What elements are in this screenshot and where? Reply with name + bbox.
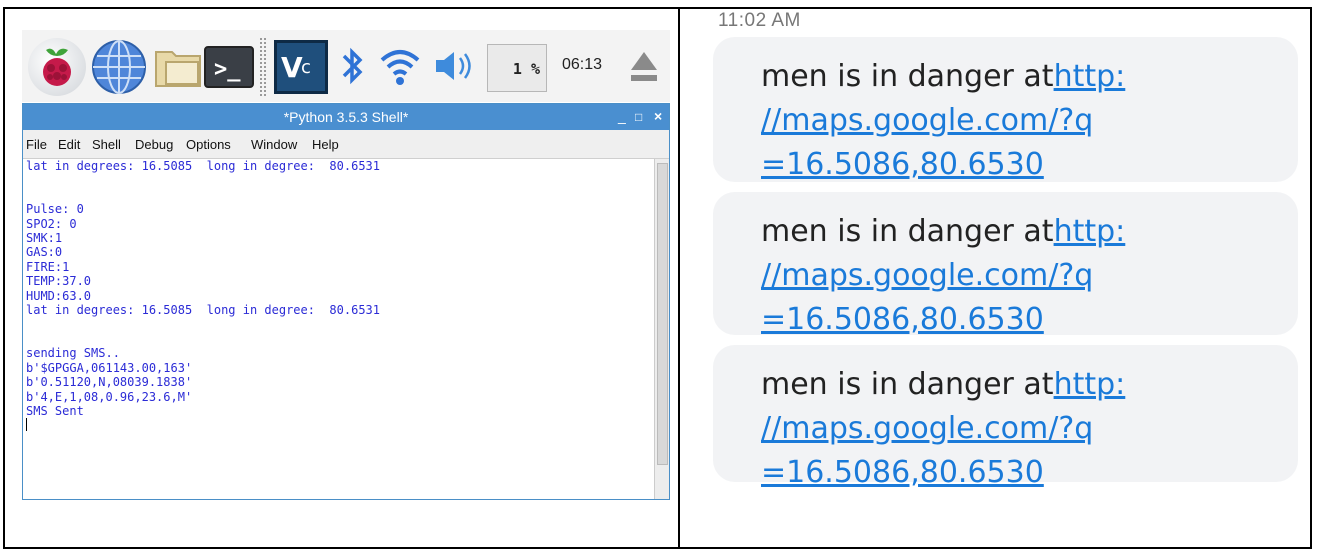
wifi-icon[interactable] — [378, 44, 422, 92]
sms-message-bubble[interactable]: men is in danger athttp: //maps.google.c… — [713, 345, 1298, 490]
volume-icon[interactable] — [432, 48, 476, 88]
shell-line: ​ — [26, 317, 653, 331]
map-link[interactable]: http: — [1054, 59, 1126, 94]
shell-line: SPO2: 0 — [26, 216, 77, 231]
window-title: *Python 3.5.3 Shell* — [283, 109, 409, 125]
shell-line: b'$GPGGA,061143.00,163' — [26, 360, 193, 375]
menu-file[interactable]: File — [26, 137, 47, 152]
shell-line: ​ — [26, 173, 653, 187]
map-link[interactable]: =16.5086,80.6530 — [761, 298, 1298, 342]
map-link[interactable]: http: — [1054, 214, 1126, 249]
message-text: men is in danger at — [761, 367, 1054, 402]
panel-divider — [678, 7, 680, 549]
maximize-button[interactable]: □ — [635, 110, 642, 124]
shell-output[interactable]: lat in degrees: 16.5085 long in degree: … — [23, 159, 653, 499]
web-browser-icon[interactable] — [90, 38, 148, 96]
menu-help[interactable]: Help — [312, 137, 339, 152]
map-link[interactable]: //maps.google.com/?q — [761, 254, 1298, 298]
shell-line: GAS:0 — [26, 245, 63, 260]
taskbar: >_ V c 1 % 06:13 — [22, 30, 670, 102]
shell-line: sending SMS.. — [26, 346, 120, 361]
menu-shell[interactable]: Shell — [92, 137, 121, 152]
sms-message-bubble[interactable]: men is in danger athttp: //maps.google.c… — [713, 37, 1298, 182]
menu-edit[interactable]: Edit — [58, 137, 80, 152]
scrollbar-thumb[interactable] — [657, 163, 668, 465]
map-link[interactable]: =16.5086,80.6530 — [761, 451, 1298, 495]
map-link[interactable]: //maps.google.com/?q — [761, 99, 1298, 143]
vnc-icon[interactable]: V c — [274, 40, 328, 94]
shell-line: lat in degrees: 16.5085 long in degree: … — [26, 159, 381, 173]
message-text: men is in danger at — [761, 214, 1054, 249]
shell-line: Pulse: 0 — [26, 202, 84, 217]
shell-line: TEMP:37.0 — [26, 274, 92, 289]
menu-window[interactable]: Window — [251, 137, 297, 152]
shell-line: FIRE:1 — [26, 259, 70, 274]
eject-icon[interactable] — [629, 50, 659, 88]
raspberry-pi-desktop: >_ V c 1 % 06:13 *Python 3.5.3 Shell* _ … — [22, 30, 670, 500]
raspberry-menu-icon[interactable] — [28, 38, 86, 96]
map-link[interactable]: //maps.google.com/?q — [761, 407, 1298, 451]
python-shell-window: *Python 3.5.3 Shell* _ □ × File Edit She… — [22, 103, 670, 500]
close-button[interactable]: × — [654, 108, 662, 124]
shell-line: ​ — [26, 188, 653, 202]
map-link[interactable]: =16.5086,80.6530 — [761, 143, 1298, 187]
shell-line: SMS Sent — [26, 403, 84, 418]
map-link[interactable]: http: — [1054, 367, 1126, 402]
svg-text:c: c — [301, 57, 311, 78]
window-titlebar[interactable]: *Python 3.5.3 Shell* _ □ × — [23, 104, 669, 130]
shell-line: lat in degrees: 16.5085 long in degree: … — [26, 303, 381, 318]
message-text: men is in danger at — [761, 59, 1054, 94]
sms-message-bubble[interactable]: men is in danger athttp: //maps.google.c… — [713, 192, 1298, 337]
message-timestamp: 11:02 AM — [718, 10, 801, 31]
bluetooth-icon[interactable] — [338, 42, 368, 94]
menubar: File Edit Shell Debug Options Window Hel… — [23, 130, 669, 159]
shell-line: ​ — [26, 332, 653, 346]
menu-debug[interactable]: Debug — [135, 137, 173, 152]
shell-line: b'4,E,1,08,0.96,23.6,M' — [26, 389, 193, 404]
taskbar-separator — [260, 38, 266, 96]
file-manager-icon[interactable] — [154, 42, 202, 94]
shell-line: SMK:1 — [26, 231, 63, 246]
cpu-usage-monitor[interactable]: 1 % — [487, 44, 547, 92]
shell-line: b'0.51120,N,08039.1838' — [26, 375, 193, 390]
shell-line: HUMD:63.0 — [26, 288, 92, 303]
taskbar-clock[interactable]: 06:13 — [562, 56, 602, 74]
minimize-button[interactable]: _ — [618, 108, 626, 124]
svg-text:V: V — [281, 51, 303, 84]
terminal-icon[interactable]: >_ — [204, 46, 254, 88]
vertical-scrollbar[interactable] — [654, 159, 669, 499]
menu-options[interactable]: Options — [186, 137, 231, 152]
text-cursor — [26, 418, 27, 432]
